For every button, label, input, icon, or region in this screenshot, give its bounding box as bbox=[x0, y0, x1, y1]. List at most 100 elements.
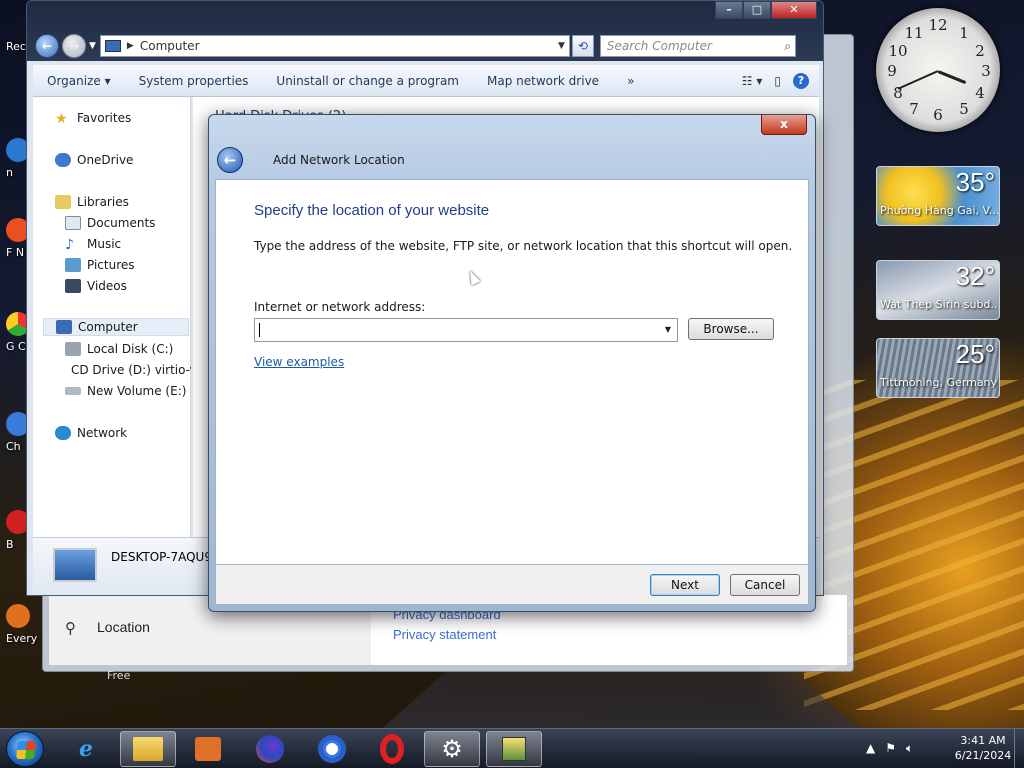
nav-label: Computer bbox=[78, 320, 138, 334]
back-arrow-icon[interactable]: ← bbox=[217, 147, 243, 173]
nav-label: Favorites bbox=[77, 111, 132, 125]
clock-number: 9 bbox=[887, 62, 897, 80]
system-properties-button[interactable]: System properties bbox=[125, 74, 263, 88]
weather-gadget-1[interactable]: 35° Phường Hàng Gai, V... bbox=[876, 166, 1000, 226]
show-desktop-button[interactable] bbox=[1014, 729, 1024, 768]
weather-gadget-3[interactable]: 25° Tittmoning, Germany bbox=[876, 338, 1000, 398]
network-icon bbox=[55, 426, 71, 440]
libraries-icon bbox=[55, 195, 71, 209]
breadcrumb-arrow-icon[interactable]: ▶ bbox=[127, 41, 134, 51]
firefox-icon[interactable] bbox=[242, 731, 298, 767]
opera-icon[interactable] bbox=[364, 731, 420, 767]
explorer-icon[interactable] bbox=[120, 731, 176, 767]
cancel-button[interactable]: Cancel bbox=[730, 574, 800, 596]
address-field[interactable]: ▶ Computer ▼ bbox=[99, 35, 570, 57]
desktop-icon-label: Rec bbox=[6, 40, 26, 53]
desktop-icon-label: Every bbox=[6, 632, 38, 645]
nav-label: Local Disk (C:) bbox=[87, 342, 174, 356]
browse-button[interactable]: Browse... bbox=[688, 318, 774, 340]
nav-item-videos[interactable]: Videos bbox=[65, 279, 127, 293]
next-button[interactable]: Next bbox=[650, 574, 720, 596]
map-network-drive-button[interactable]: Map network drive bbox=[473, 74, 613, 88]
clock-number: 11 bbox=[904, 24, 924, 42]
nav-item-music[interactable]: ♪ Music bbox=[65, 237, 122, 253]
dialog-footer: Next Cancel bbox=[215, 565, 809, 605]
tray-date: 6/21/2024 bbox=[954, 749, 1012, 762]
close-button[interactable]: ✕ bbox=[771, 1, 817, 19]
back-button[interactable]: ← bbox=[35, 34, 59, 58]
nav-item-network[interactable]: Network bbox=[55, 426, 127, 440]
view-examples-link[interactable]: View examples bbox=[254, 355, 344, 369]
nav-label: Videos bbox=[87, 279, 127, 293]
clock-number: 7 bbox=[909, 100, 919, 118]
dialog-body: Specify the location of your website Typ… bbox=[215, 179, 809, 565]
nav-item-documents[interactable]: Documents bbox=[65, 216, 155, 230]
desktop-icon-everything[interactable]: Every bbox=[6, 604, 40, 645]
computer-icon bbox=[53, 548, 97, 582]
dialog-close-button[interactable]: x bbox=[761, 115, 807, 135]
system-tray: ▲ ⚑ 🔈︎ bbox=[866, 741, 913, 756]
minimize-button[interactable]: – bbox=[715, 1, 743, 19]
search-icon[interactable]: ⌕ bbox=[784, 39, 791, 54]
nav-label: OneDrive bbox=[77, 153, 134, 167]
nav-item-cd-drive[interactable]: CD Drive (D:) virtio-v bbox=[65, 363, 191, 377]
pictures-icon bbox=[65, 258, 81, 272]
refresh-button[interactable]: ⟲ bbox=[571, 35, 594, 57]
chevron-down-icon[interactable]: ▼ bbox=[558, 41, 565, 51]
settings-icon[interactable]: ⚙ bbox=[424, 731, 480, 767]
network-location-app-icon bbox=[502, 737, 526, 761]
view-options-icon[interactable]: ☷ ▾ bbox=[742, 74, 763, 88]
browser-icon bbox=[318, 735, 346, 763]
nav-item-favorites[interactable]: ★ Favorites bbox=[55, 111, 132, 127]
show-hidden-icons-icon[interactable]: ▲ bbox=[866, 741, 875, 756]
clock-gadget[interactable]: 12 1 2 3 4 5 6 7 8 9 10 11 bbox=[876, 8, 1000, 132]
text-caret bbox=[259, 323, 260, 337]
chrome-icon[interactable] bbox=[304, 731, 360, 767]
weather-gadget-2[interactable]: 32° Wat Thep Sirin subd... bbox=[876, 260, 1000, 320]
nav-item-local-disk[interactable]: Local Disk (C:) bbox=[65, 342, 173, 356]
desktop-icon-label: F N bbox=[6, 246, 25, 259]
forward-button[interactable]: → bbox=[62, 34, 86, 58]
uninstall-button[interactable]: Uninstall or change a program bbox=[262, 74, 473, 88]
address-bar-row: ← → ▼ ▶ Computer ▼ ⟲ Search Computer ⌕ bbox=[35, 33, 817, 59]
clock-number: 3 bbox=[981, 62, 991, 80]
nav-item-onedrive[interactable]: OneDrive bbox=[55, 153, 133, 167]
recent-pages-icon[interactable]: ▼ bbox=[89, 41, 96, 51]
clock-number: 12 bbox=[928, 16, 948, 34]
organize-button[interactable]: Organize ▾ bbox=[33, 74, 125, 88]
clock-number: 6 bbox=[933, 106, 943, 124]
action-center-icon[interactable]: ⚑ bbox=[885, 741, 896, 756]
more-commands-button[interactable]: » bbox=[613, 74, 648, 88]
maximize-button[interactable]: □ bbox=[743, 1, 771, 19]
address-text: Computer bbox=[139, 39, 200, 53]
navigation-pane: ★ Favorites OneDrive Libraries Documents… bbox=[33, 97, 191, 537]
network-location-icon[interactable] bbox=[486, 731, 542, 767]
privacy-statement-link[interactable]: Privacy statement bbox=[393, 627, 496, 642]
nav-label: Music bbox=[87, 237, 122, 251]
nav-label: Documents bbox=[87, 216, 156, 230]
help-icon[interactable]: ? bbox=[793, 72, 809, 89]
preview-pane-icon[interactable]: ▯ bbox=[774, 74, 781, 88]
computer-icon bbox=[56, 320, 72, 334]
nav-item-computer[interactable]: Computer bbox=[43, 318, 189, 336]
media-player-icon[interactable] bbox=[180, 731, 236, 767]
ie-icon[interactable]: e bbox=[58, 731, 114, 767]
speaker-muted-icon[interactable]: 🔈︎ bbox=[906, 741, 913, 756]
clock-tray[interactable]: 3:41 AM 6/21/2024 bbox=[948, 733, 1018, 763]
nav-item-libraries[interactable]: Libraries bbox=[55, 195, 129, 209]
nav-item-pictures[interactable]: Pictures bbox=[65, 258, 135, 272]
disk-icon bbox=[65, 342, 81, 356]
media-icon bbox=[195, 737, 221, 761]
network-address-input[interactable]: ▼ bbox=[254, 318, 678, 342]
start-button[interactable] bbox=[6, 731, 44, 767]
command-bar: Organize ▾ System properties Uninstall o… bbox=[33, 65, 819, 97]
add-network-location-dialog: x ← Add Network Location Specify the loc… bbox=[208, 114, 816, 612]
search-input[interactable]: Search Computer ⌕ bbox=[599, 35, 796, 57]
weather-city: Phường Hàng Gai, V... bbox=[880, 204, 998, 217]
everything-icon bbox=[6, 604, 30, 628]
nav-item-new-volume[interactable]: New Volume (E:) bbox=[65, 384, 186, 398]
chevron-down-icon[interactable]: ▼ bbox=[661, 319, 675, 341]
cloud-icon bbox=[55, 153, 71, 167]
location-nav-item[interactable]: Location bbox=[97, 619, 150, 635]
nav-label: CD Drive (D:) virtio-v bbox=[71, 363, 191, 377]
